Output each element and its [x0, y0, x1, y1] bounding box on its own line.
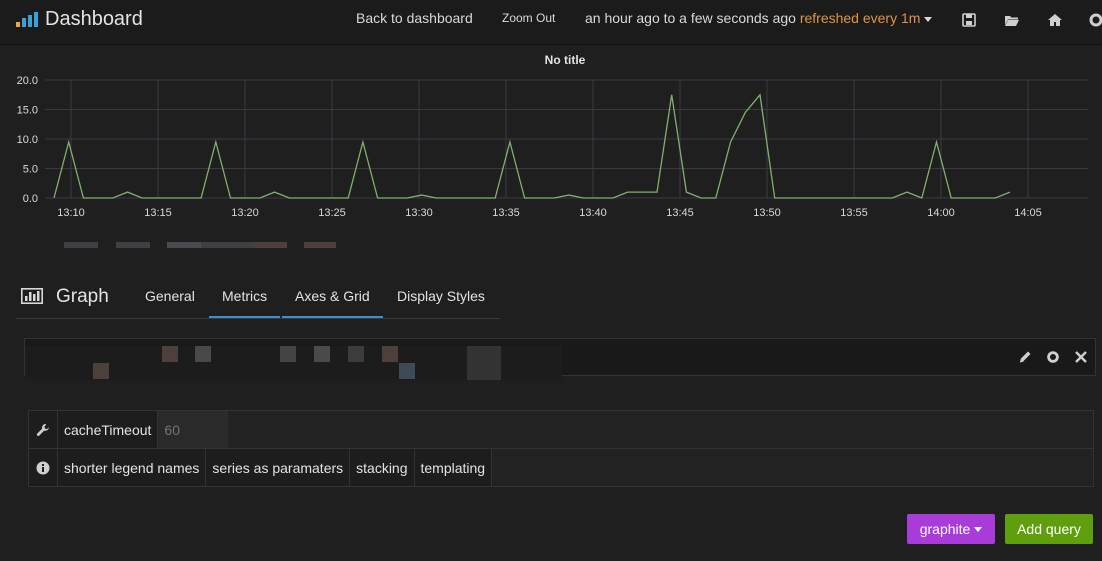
- dashboard-brand[interactable]: Dashboard: [16, 6, 143, 32]
- x-tick-label: 13:35: [492, 207, 520, 219]
- datasource-select-button[interactable]: graphite: [907, 514, 995, 544]
- grafana-logo-icon: [16, 11, 38, 27]
- panel-editor-header: Graph General Metrics Axes & Grid Displa…: [16, 282, 500, 319]
- wrench-icon: [29, 411, 58, 448]
- top-navbar: Dashboard Back to dashboard Zoom Out an …: [0, 0, 1102, 45]
- panel-type-title: Graph: [56, 286, 109, 307]
- tab-general[interactable]: General: [133, 288, 207, 316]
- x-tick-label: 14:05: [1014, 207, 1042, 219]
- help-links-row: shorter legend names series as paramater…: [28, 448, 1094, 487]
- x-tick-label: 13:40: [579, 207, 607, 219]
- gear-icon[interactable]: [1088, 12, 1102, 28]
- cache-timeout-label: cacheTimeout: [58, 411, 159, 448]
- y-tick-label: 5.0: [23, 164, 38, 176]
- cache-timeout-row: cacheTimeout: [28, 410, 1094, 448]
- save-icon[interactable]: [961, 12, 977, 28]
- x-tick-label: 13:10: [57, 207, 85, 219]
- y-tick-label: 10.0: [17, 134, 38, 146]
- y-tick-label: 20.0: [17, 75, 38, 87]
- x-tick-label: 13:55: [840, 207, 868, 219]
- info-icon: [29, 449, 58, 486]
- y-tick-label: 15.0: [17, 105, 38, 117]
- x-tick-label: 13:20: [231, 207, 259, 219]
- help-templating[interactable]: templating: [414, 449, 493, 486]
- x-tick-label: 13:45: [666, 207, 694, 219]
- x-tick-label: 13:30: [405, 207, 433, 219]
- panel-title: No title: [544, 53, 586, 67]
- tab-axes-grid[interactable]: Axes & Grid: [282, 288, 383, 318]
- chevron-down-icon: [924, 16, 933, 22]
- help-series-as-parameters[interactable]: series as paramaters: [206, 449, 351, 486]
- close-icon[interactable]: [1074, 350, 1088, 364]
- pencil-icon[interactable]: [1018, 350, 1032, 364]
- legend-series-blurred: [64, 242, 336, 248]
- x-tick-label: 14:00: [927, 207, 955, 219]
- folder-open-icon[interactable]: [1004, 12, 1020, 28]
- metric-query-row[interactable]: [24, 338, 1096, 380]
- x-tick-label: 13:25: [318, 207, 346, 219]
- y-tick-label: 0.0: [23, 193, 38, 205]
- cache-timeout-input[interactable]: [158, 411, 229, 448]
- add-query-button[interactable]: Add query: [1005, 514, 1093, 544]
- bar-chart-icon: [21, 288, 43, 304]
- tab-metrics[interactable]: Metrics: [209, 288, 281, 318]
- refresh-interval-text: refreshed every 1m: [799, 10, 921, 26]
- help-stacking[interactable]: stacking: [350, 449, 415, 486]
- chevron-down-icon: [974, 526, 983, 532]
- tab-display-styles[interactable]: Display Styles: [385, 288, 497, 316]
- time-range-text: an hour ago to a few seconds ago: [585, 10, 796, 26]
- help-shorter-legend-names[interactable]: shorter legend names: [58, 449, 207, 486]
- line-chart[interactable]: 0.0 5.0 10.0 15.0 20.0 13:10 13:15 13:20 13:25 13…: [0, 66, 1102, 226]
- home-icon[interactable]: [1047, 12, 1063, 28]
- x-tick-label: 13:15: [144, 207, 172, 219]
- back-to-dashboard-link[interactable]: Back to dashboard: [356, 10, 473, 26]
- x-tick-label: 13:50: [753, 207, 781, 219]
- time-range-picker[interactable]: an hour ago to a few seconds ago refresh…: [585, 10, 933, 26]
- gear-icon[interactable]: [1046, 350, 1060, 364]
- series-line: [53, 93, 1011, 199]
- query-options: cacheTimeout shorter legend names series…: [28, 410, 1094, 487]
- zoom-out-button[interactable]: Zoom Out: [502, 11, 555, 25]
- dashboard-title[interactable]: Dashboard: [45, 8, 143, 31]
- query-target-blurred: [25, 346, 565, 380]
